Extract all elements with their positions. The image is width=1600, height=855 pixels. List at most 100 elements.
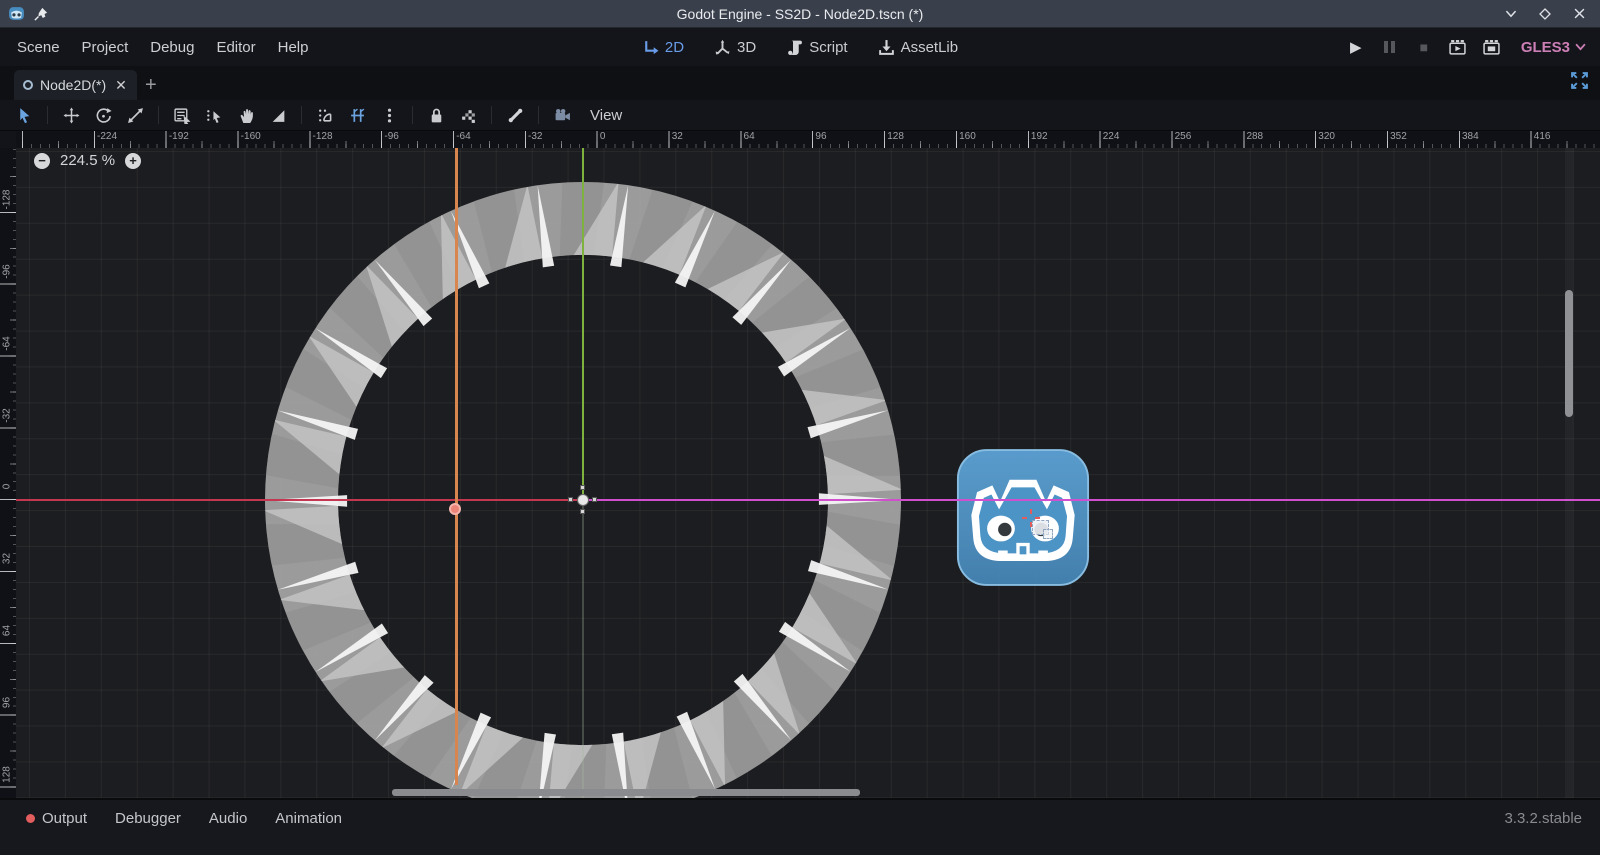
bottom-panel: Output Debugger Audio Animation 3.3.2.st… [0, 798, 1600, 855]
close-icon [1574, 8, 1585, 19]
y-axis-line [582, 148, 584, 500]
vertical-scrollbar-thumb[interactable] [1565, 290, 1573, 417]
ruler-label: 160 [959, 131, 976, 142]
point-select-icon [206, 107, 223, 124]
ruler-label: -32 [528, 131, 542, 142]
vertical-scrollbar-track[interactable] [1565, 148, 1573, 798]
edit-guide-line [455, 148, 458, 785]
add-scene-button[interactable]: + [137, 70, 165, 100]
ruler-label: -128 [313, 131, 333, 142]
zoom-controls: − 224.5 % + [34, 152, 141, 169]
godot-editor-window: Godot Engine - SS2D - Node2D.tscn (*) Sc [0, 0, 1600, 855]
ruler-label: -160 [241, 131, 261, 142]
ruler-label: -224 [97, 131, 117, 142]
tab-close-button[interactable]: ✕ [115, 77, 127, 94]
viewport-canvas[interactable]: − 224.5 % + [16, 148, 1600, 798]
bottom-tab-output[interactable]: Output [14, 806, 99, 831]
ruler-label: 0 [600, 131, 606, 142]
ruler-label: 192 [1031, 131, 1048, 142]
minimize-button[interactable] [1504, 7, 1518, 21]
shape-control-point[interactable] [449, 503, 461, 515]
horizontal-scrollbar-thumb[interactable] [392, 789, 860, 796]
move-tool-button[interactable] [57, 102, 85, 128]
drag-cursor-icon [1032, 520, 1049, 535]
rotate-tool-button[interactable] [89, 102, 117, 128]
skeleton-options-button[interactable] [548, 102, 576, 128]
ruler-label: -64 [2, 328, 13, 358]
pause-icon [1384, 41, 1395, 53]
ruler-label: 0 [2, 472, 13, 502]
pin-icon [34, 7, 48, 21]
ruler-label: -128 [2, 185, 13, 215]
lock-button[interactable] [422, 102, 450, 128]
canvas-toolbar: View [0, 100, 1600, 131]
y-axis-line-faint [582, 500, 584, 798]
point-select-button[interactable] [200, 102, 228, 128]
list-select-icon [174, 107, 191, 124]
bottom-tab-audio[interactable]: Audio [197, 806, 259, 831]
ruler-tool-icon [270, 107, 287, 124]
view-menu[interactable]: View [580, 107, 632, 124]
list-select-button[interactable] [168, 102, 196, 128]
ruler-label: -64 [456, 131, 470, 142]
ruler-label: 64 [744, 131, 755, 142]
version-label: 3.3.2.stable [1504, 810, 1600, 827]
stop-button[interactable]: ■ [1413, 36, 1435, 58]
origin-gizmo[interactable] [571, 488, 595, 512]
bottom-tab-animation[interactable]: Animation [263, 806, 354, 831]
scene-tab-label: Node2D(*) [40, 77, 106, 93]
ruler-label: 128 [887, 131, 904, 142]
godot-logo-icon [8, 5, 25, 22]
workspace-2d[interactable]: 2D [634, 35, 692, 60]
ruler-label: 352 [1390, 131, 1407, 142]
ruler-label: 32 [672, 131, 683, 142]
maximize-button[interactable] [1538, 7, 1552, 21]
zoom-in-button[interactable]: + [125, 153, 141, 169]
ss2d-ring-shape[interactable] [16, 148, 1600, 798]
group-button[interactable] [454, 102, 482, 128]
scene-tab-bar: Node2D(*) ✕ + [0, 66, 1600, 100]
maximize-diamond-icon [1539, 8, 1551, 20]
bone-button[interactable] [501, 102, 529, 128]
ruler-corner [0, 131, 16, 148]
bottom-tab-debugger[interactable]: Debugger [103, 806, 193, 831]
pan-tool-icon [238, 107, 255, 124]
script-icon [786, 39, 803, 56]
scene-tab-node2d[interactable]: Node2D(*) ✕ [14, 70, 137, 100]
grid-snap-button[interactable] [343, 102, 371, 128]
ruler-tool-button[interactable] [264, 102, 292, 128]
grid-snap-icon [349, 107, 366, 124]
chevron-down-icon [1505, 10, 1517, 18]
expand-icon [1571, 72, 1588, 89]
snap-options-icon [381, 107, 398, 124]
ruler-label: 96 [815, 131, 826, 142]
smart-snap-icon [317, 107, 334, 124]
pan-tool-button[interactable] [232, 102, 260, 128]
workspace-3d[interactable]: 3D [706, 35, 764, 60]
distraction-free-button[interactable] [1571, 72, 1588, 94]
window-title: Godot Engine - SS2D - Node2D.tscn (*) [0, 6, 1600, 22]
2d-icon [642, 39, 659, 56]
workspace-assetlib[interactable]: AssetLib [870, 35, 967, 60]
ruler-label: 256 [1175, 131, 1192, 142]
x-axis-line [16, 499, 583, 501]
rotate-tool-icon [95, 107, 112, 124]
smart-snap-button[interactable] [311, 102, 339, 128]
ruler-label: 320 [1318, 131, 1335, 142]
snap-options-button[interactable] [375, 102, 403, 128]
bone-icon [507, 107, 524, 124]
move-tool-icon [63, 107, 80, 124]
ruler-vertical: -128-96-64-320326496128 [0, 148, 16, 798]
scale-tool-button[interactable] [121, 102, 149, 128]
ruler-label: 32 [2, 544, 13, 574]
ruler-label: 96 [2, 687, 13, 717]
zoom-level[interactable]: 224.5 % [60, 152, 115, 169]
pause-button[interactable] [1379, 36, 1401, 58]
select-tool-button[interactable] [10, 102, 38, 128]
workspace-script[interactable]: Script [778, 35, 855, 60]
zoom-out-button[interactable]: − [34, 153, 50, 169]
select-tool-icon [16, 107, 33, 124]
lock-icon [428, 107, 445, 124]
close-button[interactable] [1572, 7, 1586, 21]
ruler-label: 224 [1103, 131, 1120, 142]
